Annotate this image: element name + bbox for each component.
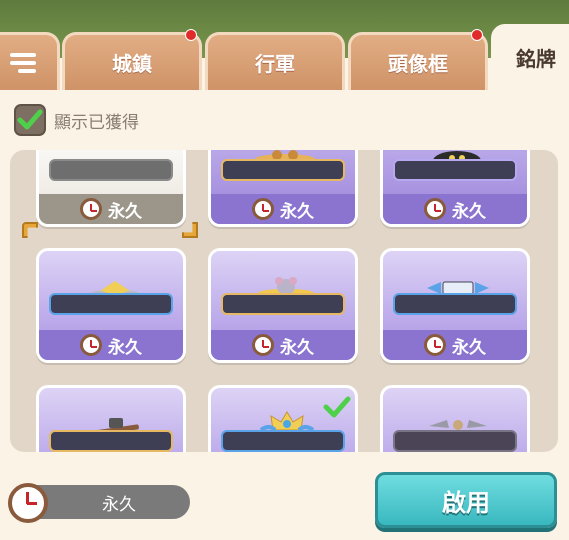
nameplate-preview (221, 430, 345, 452)
clock-icon (424, 334, 446, 356)
checkmark-icon (17, 109, 43, 130)
tab-label: 城鎮 (112, 52, 152, 76)
duration-label: 永久 (280, 201, 314, 222)
tab-label: 頭像框 (388, 52, 448, 76)
tab-nameplate[interactable]: 銘牌 (491, 24, 569, 90)
show-owned-filter[interactable]: 顯示已獲得 (14, 102, 139, 138)
clock-icon (80, 334, 102, 356)
tab-avatar-frame[interactable]: 頭像框 (348, 29, 488, 90)
duration-label: 永久 (108, 201, 142, 222)
list-menu-icon (10, 52, 36, 73)
nameplate-card[interactable] (380, 385, 530, 452)
filter-label: 顯示已獲得 (54, 112, 139, 133)
show-owned-checkbox[interactable] (14, 104, 46, 136)
card-footer: 永久 (211, 330, 355, 360)
tab-menu[interactable] (0, 32, 60, 90)
selection-corner-icon (22, 222, 38, 238)
duration-label: 永久 (452, 337, 486, 358)
card-footer: 永久 (39, 194, 183, 224)
selected-duration-label: 永久 (102, 494, 136, 515)
selection-corner-icon (182, 222, 198, 238)
clock-icon (252, 334, 274, 356)
card-footer: 永久 (39, 330, 183, 360)
notification-badge (185, 29, 197, 41)
card-footer: 永久 (211, 194, 355, 224)
clock-icon (80, 198, 102, 220)
selected-duration: 永久 (30, 485, 190, 519)
owned-check-icon (323, 396, 351, 418)
nameplate-preview (49, 159, 173, 181)
bottom-bar: 永久 啟用 (0, 460, 569, 540)
nameplate-card[interactable]: 永久 (380, 248, 530, 363)
clock-icon (424, 198, 446, 220)
nameplate-preview (49, 293, 173, 315)
nameplate-card[interactable]: 永久 (208, 248, 358, 363)
nameplate-preview (49, 430, 173, 452)
card-footer: 永久 (383, 194, 527, 224)
duration-label: 永久 (452, 201, 486, 222)
nameplate-grid: 永久 永久 永久 永久 永久 永久 (10, 150, 558, 452)
tab-march[interactable]: 行軍 (205, 32, 345, 90)
nameplate-card[interactable]: 永久 (36, 150, 186, 227)
enable-button[interactable]: 啟用 (375, 472, 557, 528)
tab-label: 行軍 (255, 52, 295, 76)
nameplate-preview (393, 293, 517, 315)
nameplate-preview (393, 430, 517, 452)
nameplate-card[interactable]: 永久 (36, 248, 186, 363)
nameplate-preview (393, 159, 517, 181)
nameplate-preview (221, 293, 345, 315)
enable-button-label: 啟用 (442, 488, 490, 517)
clock-icon (8, 483, 48, 523)
nameplate-card[interactable] (208, 385, 358, 452)
tab-label: 銘牌 (516, 46, 556, 71)
nameplate-preview (221, 159, 345, 181)
tab-bar: 城鎮 行軍 頭像框 銘牌 (0, 0, 569, 90)
clock-icon (252, 198, 274, 220)
notification-badge (471, 29, 483, 41)
duration-label: 永久 (280, 337, 314, 358)
nameplate-card[interactable] (36, 385, 186, 452)
nameplate-card[interactable]: 永久 (380, 150, 530, 227)
duration-label: 永久 (108, 337, 142, 358)
card-footer: 永久 (383, 330, 527, 360)
nameplate-card[interactable]: 永久 (208, 150, 358, 227)
tab-town[interactable]: 城鎮 (62, 29, 202, 90)
